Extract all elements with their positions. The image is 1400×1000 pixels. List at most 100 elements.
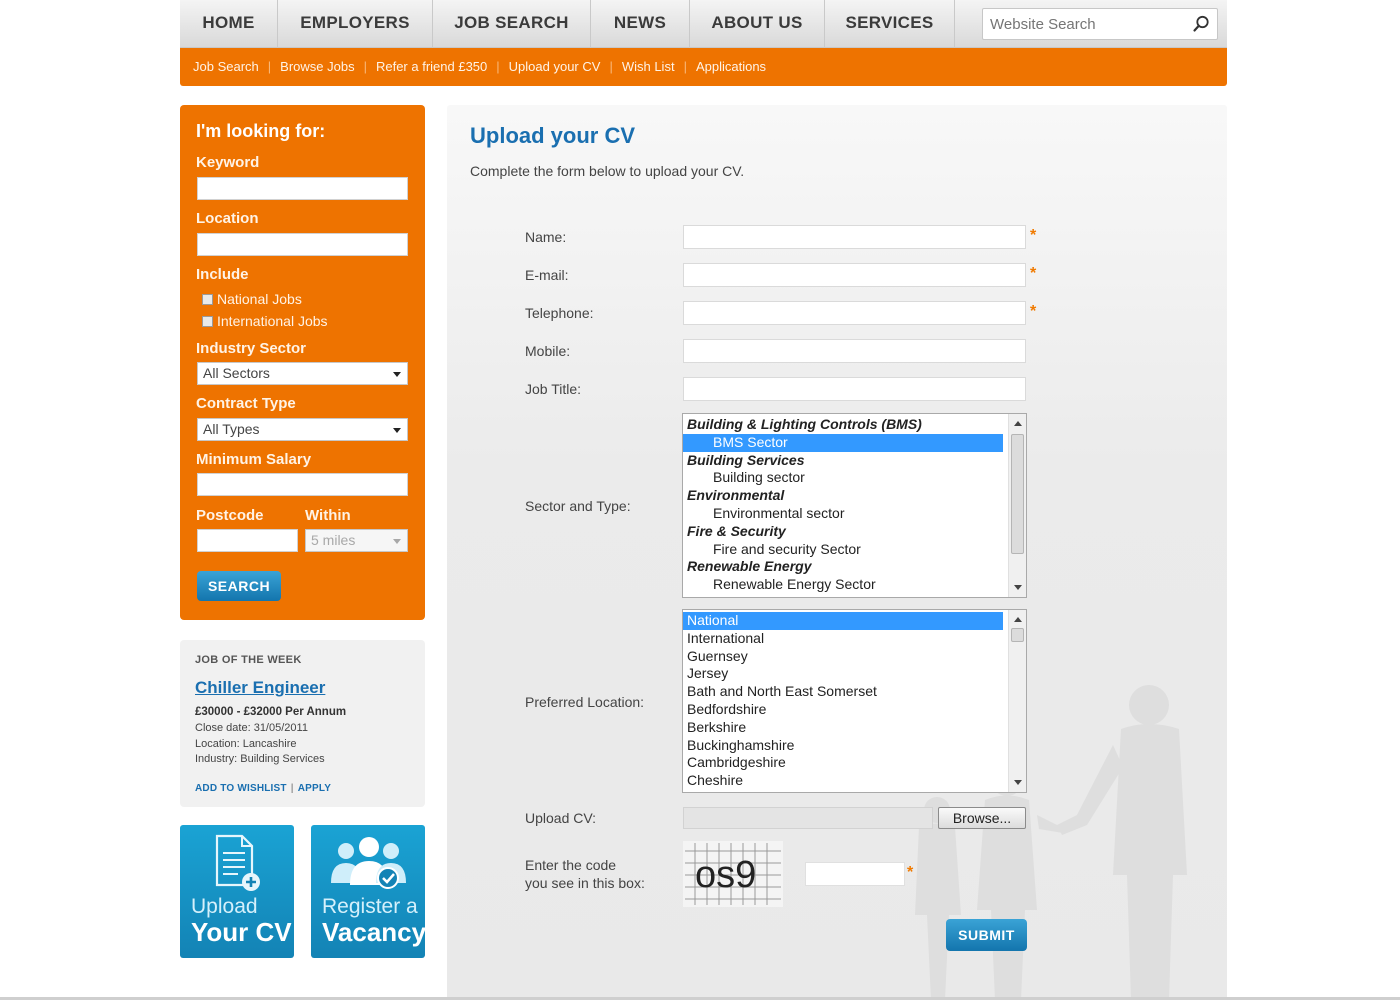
job-search-panel: I'm looking for: Keyword Location Includ… bbox=[180, 105, 425, 620]
search-button[interactable]: SEARCH bbox=[197, 571, 281, 601]
subnav-job-search[interactable]: Job Search bbox=[193, 59, 259, 74]
email-input[interactable] bbox=[683, 263, 1026, 287]
nav-news[interactable]: NEWS bbox=[591, 0, 690, 48]
scroll-up-arrow-icon[interactable] bbox=[1014, 421, 1022, 426]
nav-job-search[interactable]: JOB SEARCH bbox=[433, 0, 591, 48]
search-panel-title: I'm looking for: bbox=[196, 121, 326, 141]
minimum-salary-input[interactable] bbox=[197, 473, 408, 496]
magnifier-icon[interactable] bbox=[1191, 14, 1211, 34]
telephone-label: Telephone: bbox=[525, 305, 594, 321]
subnav-separator: | bbox=[496, 59, 500, 74]
include-label: Include bbox=[196, 266, 249, 283]
subnav-applications[interactable]: Applications bbox=[696, 59, 766, 74]
location-scrollbar[interactable] bbox=[1008, 610, 1026, 792]
international-jobs-option[interactable]: International Jobs bbox=[202, 313, 328, 329]
upload-file-path[interactable] bbox=[683, 807, 933, 829]
sector-option[interactable]: Fire and security Sector bbox=[683, 541, 1003, 559]
location-option[interactable]: International bbox=[683, 630, 1003, 648]
subnav-wish-list[interactable]: Wish List bbox=[622, 59, 675, 74]
location-input[interactable] bbox=[197, 233, 408, 256]
contract-type-value: All Types bbox=[203, 421, 260, 437]
postcode-input[interactable] bbox=[197, 529, 298, 552]
subnav-separator: | bbox=[267, 59, 272, 74]
captcha-input[interactable] bbox=[805, 862, 905, 886]
scroll-down-arrow-icon[interactable] bbox=[1014, 585, 1022, 590]
sector-group-label: Building Services bbox=[687, 451, 805, 468]
scroll-down-arrow-icon[interactable] bbox=[1014, 780, 1022, 785]
sector-type-listbox[interactable]: Building & Lighting Controls (BMS) BMS Se… bbox=[682, 413, 1027, 598]
mobile-input[interactable] bbox=[683, 339, 1026, 363]
postcode-label: Postcode bbox=[196, 507, 264, 524]
name-label: Name: bbox=[525, 229, 567, 245]
sector-group-label: Environmental bbox=[687, 487, 785, 504]
sector-scrollbar[interactable] bbox=[1008, 414, 1026, 597]
sub-nav: Job Search | Browse Jobs | Refer a friend £3… bbox=[180, 48, 1227, 86]
subnav-upload-cv[interactable]: Upload your CV bbox=[509, 59, 601, 74]
location-option[interactable]: Jersey bbox=[683, 665, 1003, 683]
preferred-location-listbox[interactable]: National International Guernsey Jersey Bath … bbox=[682, 609, 1027, 793]
national-jobs-checkbox[interactable] bbox=[202, 294, 213, 305]
international-jobs-checkbox[interactable] bbox=[202, 316, 213, 327]
form-intro: Complete the form below to upload your C… bbox=[470, 163, 745, 179]
required-marker: * bbox=[907, 864, 914, 881]
within-select[interactable]: 5 miles bbox=[305, 529, 408, 552]
scrollbar-thumb[interactable] bbox=[1011, 628, 1024, 642]
job-location: Location: Lancashire bbox=[195, 738, 297, 750]
location-option[interactable]: Berkshire bbox=[683, 719, 1003, 737]
register-tile-line1: Register a bbox=[322, 895, 418, 918]
browse-button[interactable]: Browse... bbox=[938, 807, 1026, 829]
action-separator: | bbox=[290, 783, 294, 794]
sector-option[interactable]: Renewable Energy Sector bbox=[683, 576, 1003, 594]
location-option[interactable]: Buckinghamshire bbox=[683, 737, 1003, 755]
upload-cv-tile[interactable]: Upload Your CV bbox=[180, 825, 294, 958]
nav-employers[interactable]: EMPLOYERS bbox=[278, 0, 433, 48]
sector-group-label: Building & Lighting Controls (BMS) bbox=[687, 416, 922, 432]
scrollbar-thumb[interactable] bbox=[1011, 434, 1024, 554]
job-of-the-week: JOB OF THE WEEK Chiller Engineer £30000 … bbox=[180, 640, 425, 807]
keyword-input[interactable] bbox=[197, 177, 408, 200]
website-search bbox=[982, 8, 1218, 40]
upload-tile-line2: Your CV bbox=[191, 917, 292, 947]
subnav-refer-friend[interactable]: Refer a friend £350 bbox=[376, 59, 487, 74]
document-add-icon bbox=[215, 834, 260, 891]
location-option[interactable]: Cheshire bbox=[683, 772, 1003, 790]
telephone-input[interactable] bbox=[683, 301, 1026, 325]
job-of-week-heading: JOB OF THE WEEK bbox=[195, 654, 302, 666]
job-actions: ADD TO WISHLIST | APPLY bbox=[195, 783, 331, 794]
location-option[interactable]: Bath and North East Somerset bbox=[683, 683, 1003, 701]
chevron-down-icon bbox=[393, 428, 401, 433]
job-close-date: Close date: 31/05/2011 bbox=[195, 722, 308, 734]
sub-nav-links: Job Search | Browse Jobs | Refer a friend £3… bbox=[193, 59, 766, 74]
sector-option[interactable]: Environmental sector bbox=[683, 505, 1003, 523]
subnav-separator: | bbox=[363, 59, 367, 74]
international-jobs-label: International Jobs bbox=[217, 313, 328, 329]
add-to-wishlist-link[interactable]: ADD TO WISHLIST bbox=[195, 783, 287, 794]
location-option[interactable]: Guernsey bbox=[683, 648, 1003, 666]
website-search-input[interactable] bbox=[983, 9, 1183, 39]
nav-services[interactable]: SERVICES bbox=[825, 0, 955, 48]
nav-home[interactable]: HOME bbox=[180, 0, 278, 48]
contract-type-select[interactable]: All Types bbox=[197, 418, 408, 441]
national-jobs-option[interactable]: National Jobs bbox=[202, 291, 302, 307]
captcha-code: os9 bbox=[695, 854, 756, 896]
industry-sector-label: Industry Sector bbox=[196, 340, 307, 357]
captcha-image: os9 bbox=[683, 841, 783, 907]
register-vacancy-tile[interactable]: Register a Vacancy bbox=[311, 825, 425, 958]
subnav-separator: | bbox=[683, 59, 687, 74]
upload-tile-line1: Upload bbox=[191, 895, 258, 918]
subnav-browse-jobs[interactable]: Browse Jobs bbox=[280, 59, 354, 74]
submit-button[interactable]: SUBMIT bbox=[946, 919, 1027, 951]
sector-option[interactable]: BMS Sector bbox=[683, 433, 1003, 452]
job-title-link[interactable]: Chiller Engineer bbox=[195, 678, 325, 698]
location-option[interactable]: Cambridgeshire bbox=[683, 754, 1003, 772]
job-title-input[interactable] bbox=[683, 377, 1026, 401]
nav-about-us[interactable]: ABOUT US bbox=[690, 0, 825, 48]
contract-type-label: Contract Type bbox=[196, 395, 296, 412]
name-input[interactable] bbox=[683, 225, 1026, 249]
sector-option[interactable]: Building sector bbox=[683, 469, 1003, 487]
apply-link[interactable]: APPLY bbox=[298, 783, 331, 794]
location-option[interactable]: National bbox=[683, 612, 1003, 630]
industry-sector-select[interactable]: All Sectors bbox=[197, 362, 408, 385]
scroll-up-arrow-icon[interactable] bbox=[1014, 617, 1022, 622]
location-option[interactable]: Bedfordshire bbox=[683, 701, 1003, 719]
